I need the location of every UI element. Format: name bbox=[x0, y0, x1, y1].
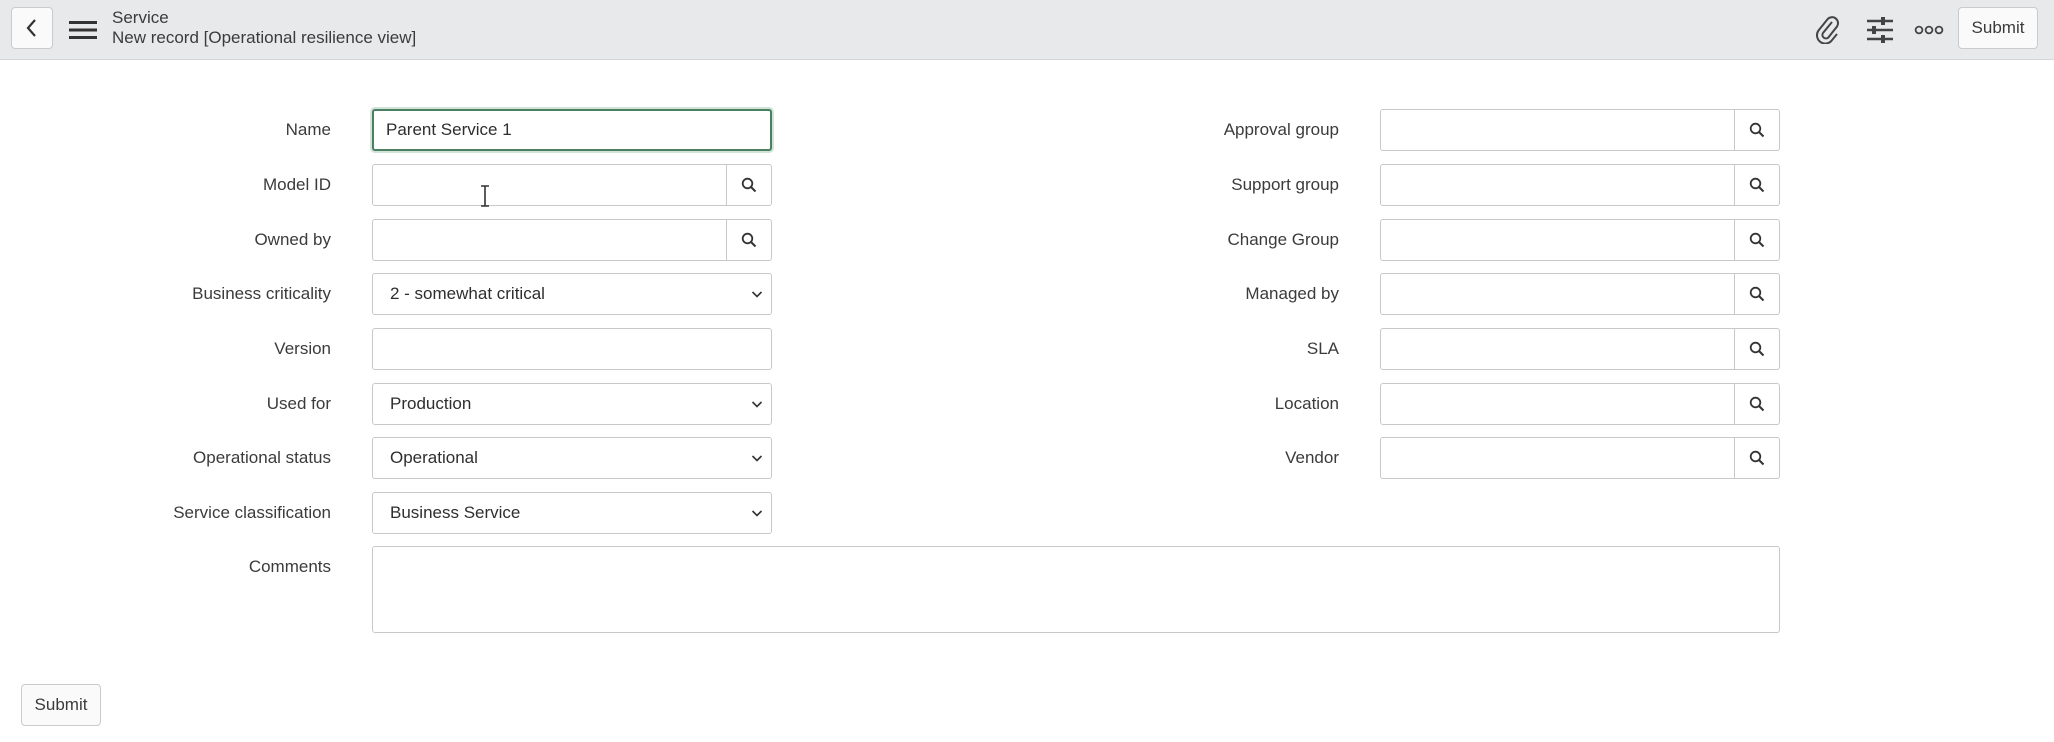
owned-by-label: Owned by bbox=[254, 230, 331, 249]
search-icon bbox=[1749, 122, 1765, 138]
change-group-lookup-button[interactable] bbox=[1734, 220, 1779, 260]
business-criticality-select[interactable]: 2 - somewhat critical bbox=[372, 273, 772, 315]
more-options-button[interactable] bbox=[1911, 13, 1947, 47]
header-submit-button[interactable]: Submit bbox=[1958, 7, 2038, 49]
vendor-field[interactable] bbox=[1380, 437, 1780, 479]
hamburger-menu-icon bbox=[69, 21, 97, 39]
approval-group-field[interactable] bbox=[1380, 109, 1780, 151]
context-menu-button[interactable] bbox=[66, 13, 100, 47]
operational-status-label: Operational status bbox=[193, 448, 331, 467]
vendor-lookup-button[interactable] bbox=[1734, 438, 1779, 478]
used-for-value: Production bbox=[390, 394, 472, 413]
back-button[interactable] bbox=[11, 7, 53, 49]
service-classification-label: Service classification bbox=[173, 503, 331, 522]
managed-by-field[interactable] bbox=[1380, 273, 1780, 315]
managed-by-label: Managed by bbox=[1245, 284, 1339, 303]
support-group-lookup-button[interactable] bbox=[1734, 165, 1779, 205]
name-field[interactable]: Parent Service 1 bbox=[372, 109, 772, 151]
model-id-field[interactable] bbox=[372, 164, 772, 206]
location-field[interactable] bbox=[1380, 383, 1780, 425]
approval-group-label: Approval group bbox=[1223, 120, 1339, 139]
search-icon bbox=[1749, 341, 1765, 357]
change-group-label: Change Group bbox=[1227, 230, 1339, 249]
form-header: Service New record [Operational resilien… bbox=[0, 0, 2054, 60]
support-group-label: Support group bbox=[1231, 175, 1339, 194]
used-for-label: Used for bbox=[266, 394, 331, 413]
text-cursor-icon bbox=[481, 185, 489, 207]
name-label: Name bbox=[285, 120, 331, 139]
personalize-form-button[interactable] bbox=[1862, 13, 1898, 47]
sla-label: SLA bbox=[1306, 339, 1339, 358]
operational-status-select[interactable]: Operational bbox=[372, 437, 772, 479]
comments-textarea[interactable] bbox=[372, 546, 1780, 633]
search-icon bbox=[1749, 177, 1765, 193]
business-criticality-label: Business criticality bbox=[192, 284, 331, 303]
sliders-icon bbox=[1867, 17, 1893, 43]
change-group-field[interactable] bbox=[1380, 219, 1780, 261]
header-subtitle: New record [Operational resilience view] bbox=[112, 28, 417, 47]
search-icon bbox=[1749, 396, 1765, 412]
location-label: Location bbox=[1274, 394, 1339, 413]
operational-status-value: Operational bbox=[390, 448, 478, 467]
service-classification-value: Business Service bbox=[390, 503, 521, 522]
chevron-down-icon bbox=[751, 455, 763, 462]
paperclip-icon bbox=[1816, 16, 1839, 44]
search-icon bbox=[1749, 286, 1765, 302]
header-title: Service bbox=[112, 8, 169, 27]
vendor-label: Vendor bbox=[1285, 448, 1339, 467]
version-label: Version bbox=[274, 339, 331, 358]
attachment-button[interactable] bbox=[1810, 13, 1846, 47]
location-lookup-button[interactable] bbox=[1734, 384, 1779, 424]
name-value: Parent Service 1 bbox=[386, 120, 512, 139]
more-icon bbox=[1914, 25, 1944, 35]
chevron-left-icon bbox=[26, 19, 36, 37]
chevron-down-icon bbox=[751, 291, 763, 298]
comments-label: Comments bbox=[248, 557, 331, 576]
search-icon bbox=[741, 232, 757, 248]
chevron-down-icon bbox=[751, 510, 763, 517]
sla-field[interactable] bbox=[1380, 328, 1780, 370]
used-for-select[interactable]: Production bbox=[372, 383, 772, 425]
service-classification-select[interactable]: Business Service bbox=[372, 492, 772, 534]
search-icon bbox=[1749, 232, 1765, 248]
owned-by-lookup-button[interactable] bbox=[726, 220, 771, 260]
support-group-field[interactable] bbox=[1380, 164, 1780, 206]
owned-by-field[interactable] bbox=[372, 219, 772, 261]
business-criticality-value: 2 - somewhat critical bbox=[390, 284, 545, 303]
chevron-down-icon bbox=[751, 401, 763, 408]
managed-by-lookup-button[interactable] bbox=[1734, 274, 1779, 314]
version-field[interactable] bbox=[372, 328, 772, 370]
search-icon bbox=[1749, 450, 1765, 466]
sla-lookup-button[interactable] bbox=[1734, 329, 1779, 369]
header-titles: Service New record [Operational resilien… bbox=[112, 8, 416, 48]
search-icon bbox=[741, 177, 757, 193]
model-id-lookup-button[interactable] bbox=[726, 165, 771, 205]
submit-button[interactable]: Submit bbox=[21, 684, 101, 726]
model-id-label: Model ID bbox=[262, 175, 331, 194]
approval-group-lookup-button[interactable] bbox=[1734, 110, 1779, 150]
